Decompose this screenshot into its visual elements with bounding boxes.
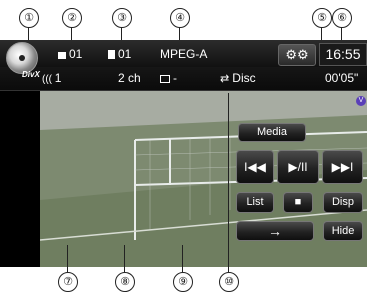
audio-stream-indicator: ((( 1 [42,71,61,85]
arrow-button[interactable]: → [236,221,314,241]
callout-3: ③ [112,8,132,28]
audio-format: MPEG-A [160,47,208,61]
audio-stream: 1 [54,71,62,85]
disp-button[interactable]: Disp [323,192,363,213]
folder-icon [58,51,66,59]
stop-button[interactable]: ■ [283,192,313,213]
leader-line [182,245,183,272]
callout-8: ⑧ [115,272,135,292]
callout-6: ⑥ [332,8,352,28]
callout-5: ⑤ [312,8,332,28]
folder-indicator: 01 [58,47,82,61]
player-screen: DivX 01 01 MPEG-A ⚙⚙ 16:55 ((( 1 2 ch - … [0,40,367,267]
callout-2: ② [62,8,82,28]
v-badge: V [356,96,366,106]
callout-1: ① [19,8,39,28]
list-button[interactable]: List [236,192,274,213]
speaker-icon: ((( [42,74,55,85]
previous-button[interactable]: I◀◀ [236,150,274,184]
leader-line [124,245,125,272]
hide-button[interactable]: Hide [323,221,363,241]
media-button[interactable]: Media [238,123,306,142]
subtitle-icon [160,74,170,83]
leader-line [67,245,68,272]
subtitle-indicator: - [160,71,177,85]
next-button[interactable]: ▶▶I [322,150,363,184]
subtitle-value: - [173,71,177,85]
divx-logo: DivX [22,70,40,79]
callout-9: ⑨ [173,272,193,292]
clock: 16:55 [319,43,367,66]
elapsed-time: 00'05" [325,71,359,85]
track-indicator: 01 [108,47,131,61]
leader-line [28,27,29,40]
gear-icon: ⚙⚙ [285,47,309,62]
folder-number: 01 [69,47,83,61]
callout-10: ⑩ [219,272,239,292]
callout-4: ④ [170,8,190,28]
callout-7: ⑦ [58,272,78,292]
repeat-indicator: ⇄ Disc [220,71,256,85]
track-number: 01 [118,47,132,61]
settings-button[interactable]: ⚙⚙ [278,44,316,66]
channel-indicator: 2 ch [118,71,141,85]
file-icon [108,50,115,60]
repeat-mode: Disc [232,71,256,85]
leader-line [228,93,229,272]
play-pause-button[interactable]: ▶/II [277,150,319,184]
repeat-icon: ⇄ [220,73,233,85]
